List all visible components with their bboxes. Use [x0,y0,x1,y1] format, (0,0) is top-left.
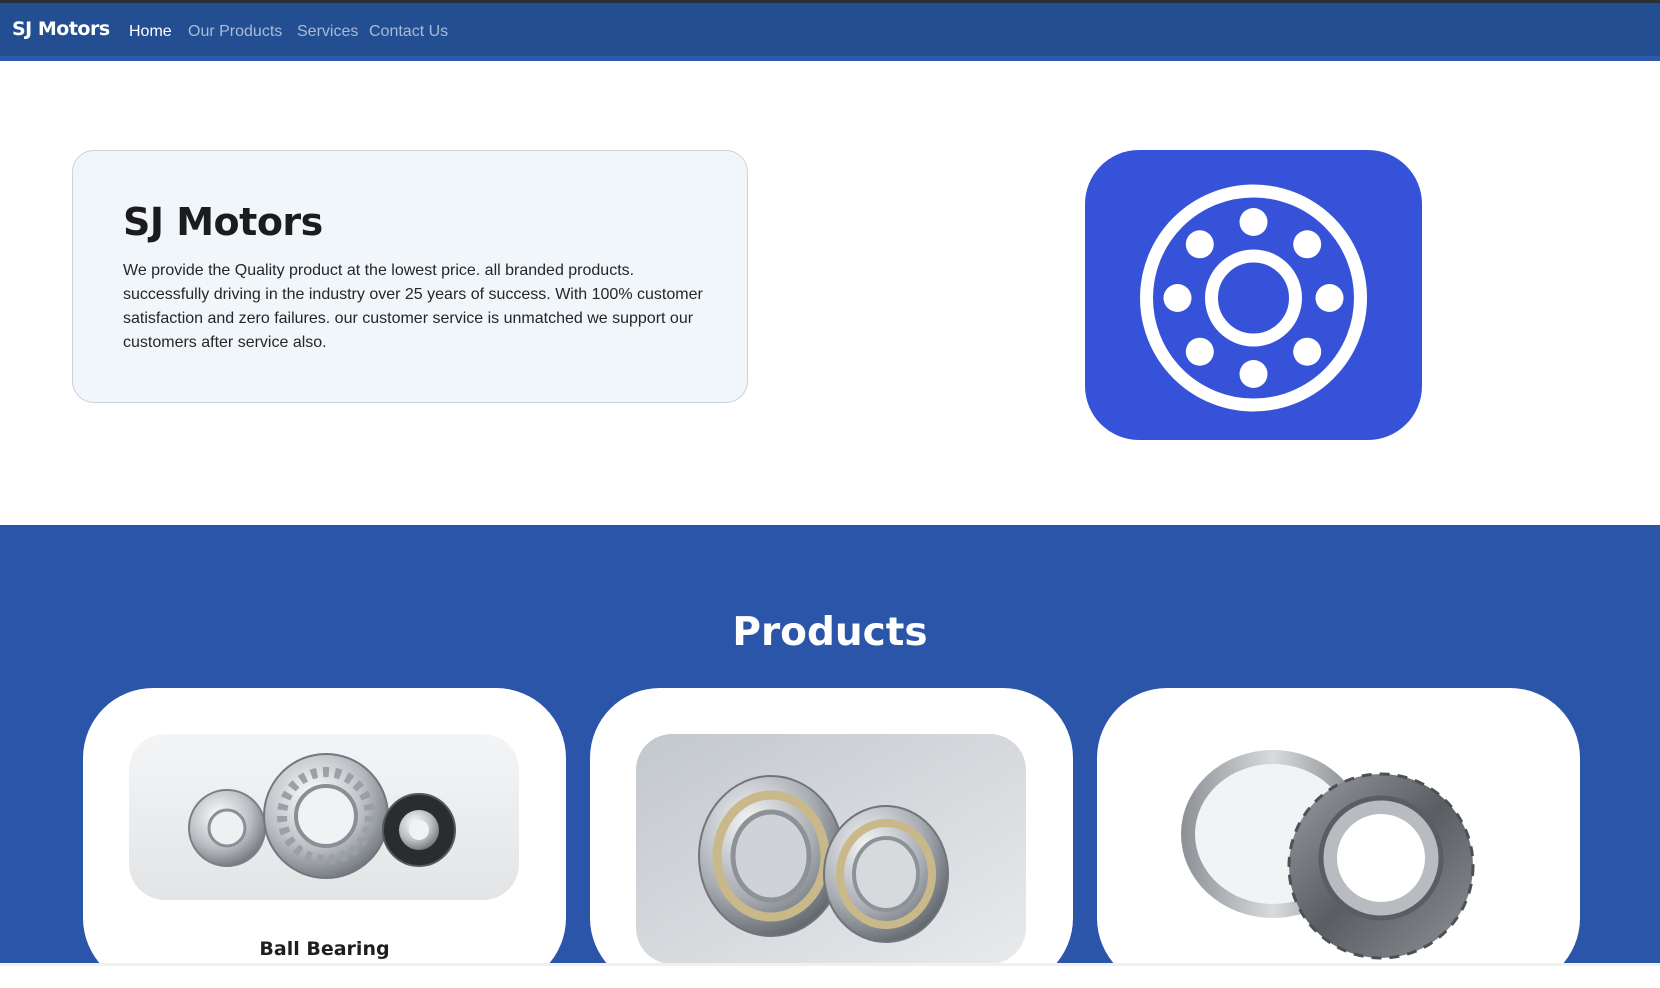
about-title: SJ Motors [123,200,323,244]
product-card-ball-bearing[interactable]: Ball Bearing [83,688,566,988]
brand-logo-link[interactable]: SJ Motors [12,18,110,40]
nav-link-home[interactable]: Home [129,23,172,41]
product-name: Ball Bearing [259,938,390,960]
about-card: SJ Motors We provide the Quality product… [72,150,748,403]
bearing-logo-tile [1085,150,1422,440]
navbar: SJ Motors Home Our Products Services Con… [0,3,1660,61]
product-card-cylindrical-roller-bearing[interactable] [590,688,1073,988]
products-section: Products Ball Bearing [0,525,1660,988]
about-description: We provide the Quality product at the lo… [123,262,703,351]
nav-link-contact-us[interactable]: Contact Us [369,23,448,41]
product-card-tapered-roller-bearing[interactable] [1097,688,1580,988]
tapered-roller-bearing-image [1181,750,1475,960]
nav-link-services[interactable]: Services [297,23,358,41]
products-title: Products [732,610,928,655]
bearing-icon [1140,184,1367,412]
ball-bearing-image [129,734,519,900]
nav-link-our-products[interactable]: Our Products [188,23,282,41]
cylindrical-roller-bearing-image [636,734,1026,964]
